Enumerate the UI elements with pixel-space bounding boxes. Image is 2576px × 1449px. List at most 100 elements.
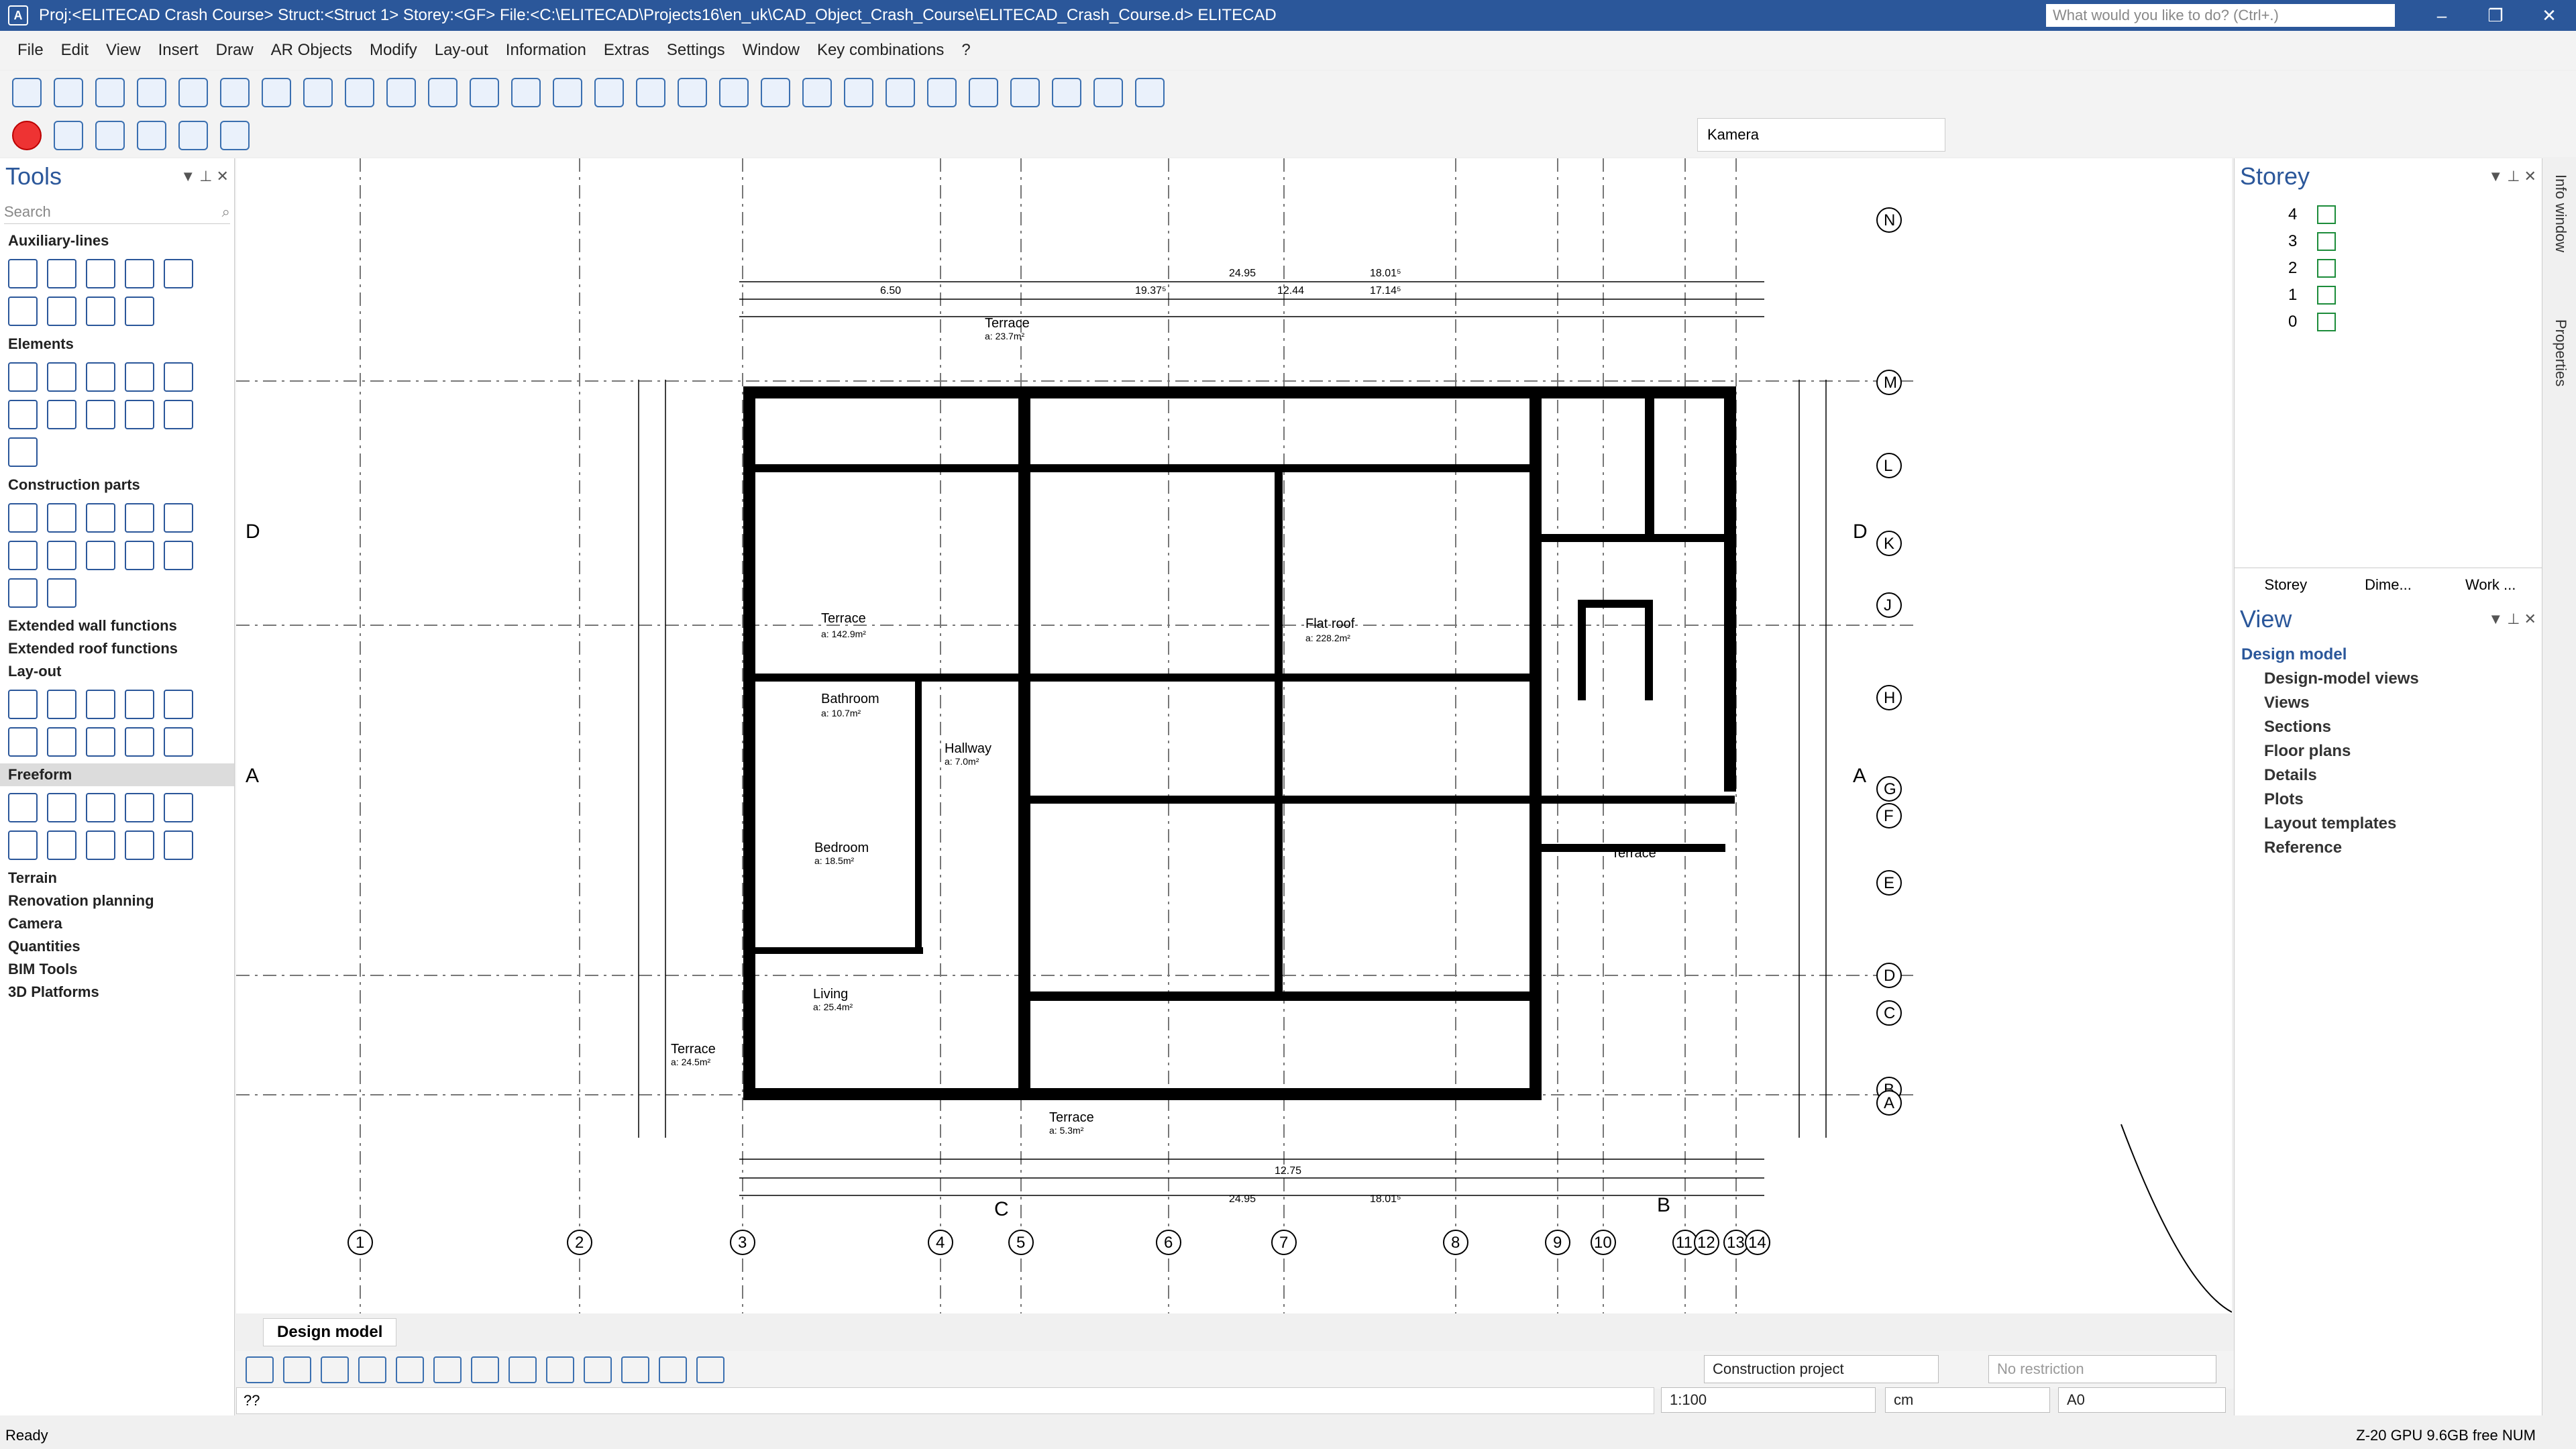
menu-window[interactable]: Window (743, 41, 800, 60)
select-icon[interactable] (54, 121, 83, 150)
rotate-icon[interactable] (1010, 78, 1040, 107)
redo-icon[interactable] (428, 78, 458, 107)
search-icon[interactable]: ⌕ (222, 203, 230, 221)
tree-item[interactable]: Details (2241, 763, 2542, 788)
line-icon[interactable] (8, 259, 38, 288)
menu-view[interactable]: View (106, 41, 141, 60)
circle-dim-icon[interactable] (125, 727, 154, 757)
pan-icon[interactable] (358, 1356, 386, 1383)
text-icon[interactable] (8, 690, 38, 719)
tree-design-model[interactable]: Design model (2241, 643, 2542, 667)
tools-search-input[interactable]: Search (4, 203, 51, 221)
drawing-canvas[interactable]: Terrace a: 142.9m² Flat roof a: 228.2m² … (236, 158, 2232, 1313)
storey-row[interactable]: 3 (2288, 228, 2542, 255)
menu-insert[interactable]: Insert (158, 41, 199, 60)
plot-icon[interactable] (178, 78, 208, 107)
section-auxiliary-lines[interactable]: Auxiliary-lines (0, 229, 234, 252)
minimize-button[interactable]: – (2415, 5, 2469, 26)
room-icon[interactable] (8, 578, 38, 608)
section-camera[interactable]: Camera (0, 912, 234, 935)
settings-icon[interactable] (636, 78, 665, 107)
section-elements[interactable]: Elements (0, 333, 234, 356)
section-bim-tools[interactable]: BIM Tools (0, 958, 234, 981)
tree-item[interactable]: Reference (2241, 836, 2542, 860)
scale-select[interactable]: 1:100 (1661, 1387, 1876, 1413)
grid-icon[interactable] (621, 1356, 649, 1383)
snap-icon[interactable] (584, 1356, 612, 1383)
arc-icon[interactable] (125, 400, 154, 429)
3d-icon[interactable] (1093, 78, 1123, 107)
pen-icon[interactable] (885, 78, 915, 107)
parallel-icon[interactable] (125, 259, 154, 288)
polygon-icon[interactable] (8, 400, 38, 429)
cross-line-icon[interactable] (86, 259, 115, 288)
zoom-in-icon[interactable] (470, 78, 499, 107)
menu-information[interactable]: Information (506, 41, 586, 60)
render-icon[interactable] (471, 1356, 499, 1383)
menu-settings[interactable]: Settings (667, 41, 725, 60)
loft-icon[interactable] (86, 830, 115, 860)
menu-ar-objects[interactable]: AR Objects (271, 41, 352, 60)
tree-item[interactable]: Design-model views (2241, 667, 2542, 691)
layers-icon[interactable] (95, 121, 125, 150)
menu-draw[interactable]: Draw (216, 41, 254, 60)
menu-help[interactable]: ? (961, 41, 970, 60)
function-icon[interactable] (178, 121, 208, 150)
panel-controls-icon[interactable]: ▼ ⊥ ✕ (180, 168, 229, 185)
zoom-icon[interactable] (321, 1356, 349, 1383)
section-terrain[interactable]: Terrain (0, 867, 234, 890)
paper-select[interactable]: A0 (2058, 1387, 2226, 1413)
panel-controls-icon[interactable]: ▼ ⊥ ✕ (2488, 610, 2536, 628)
search-input[interactable]: What would you like to do? (Ctrl+.) (2046, 4, 2395, 27)
line-icon[interactable] (8, 362, 38, 392)
properties-tab[interactable]: Properties (2552, 319, 2569, 386)
app-icon[interactable]: A (8, 5, 28, 25)
cross-icon[interactable] (164, 259, 193, 288)
print-icon[interactable] (137, 78, 166, 107)
text-visible-icon[interactable] (696, 1356, 724, 1383)
elevation-icon[interactable] (86, 727, 115, 757)
tab-storey[interactable]: Storey (2235, 568, 2337, 601)
curtain-wall-icon[interactable] (47, 578, 76, 608)
group-icon[interactable] (594, 78, 624, 107)
storey-row[interactable]: 0 (2288, 309, 2542, 335)
opening-icon[interactable] (86, 541, 115, 570)
menu-key-combinations[interactable]: Key combinations (817, 41, 944, 60)
symbol-icon[interactable] (125, 690, 154, 719)
save-icon[interactable] (95, 78, 125, 107)
section-quantities[interactable]: Quantities (0, 935, 234, 958)
storey-row[interactable]: 1 (2288, 282, 2542, 309)
axis-icon[interactable] (761, 78, 790, 107)
solid-icon[interactable] (86, 793, 115, 822)
circle-icon[interactable] (8, 297, 38, 326)
ellipse-icon[interactable] (164, 400, 193, 429)
rectangle-icon[interactable] (86, 362, 115, 392)
zoom-out-icon[interactable] (511, 78, 541, 107)
hatch-icon[interactable] (86, 690, 115, 719)
slab-icon[interactable] (47, 503, 76, 533)
section-extended-roof[interactable]: Extended roof functions (0, 637, 234, 660)
restore-button[interactable]: ❐ (2469, 5, 2522, 26)
stair-icon[interactable] (47, 541, 76, 570)
new-file-icon[interactable] (12, 78, 42, 107)
undo-icon[interactable] (386, 78, 416, 107)
restriction-select[interactable]: No restriction (1988, 1355, 2216, 1383)
ortho-icon[interactable] (659, 1356, 687, 1383)
project-select[interactable]: Construction project (1704, 1355, 1939, 1383)
dome-icon[interactable] (125, 793, 154, 822)
tab-work[interactable]: Work ... (2439, 568, 2542, 601)
menu-edit[interactable]: Edit (61, 41, 89, 60)
info-window-tab[interactable]: Info window (2552, 174, 2569, 252)
window-icon[interactable] (137, 121, 166, 150)
wall-icon[interactable] (8, 503, 38, 533)
measure-icon[interactable] (802, 78, 832, 107)
cancel-icon[interactable] (12, 121, 42, 150)
layer-icon[interactable] (546, 1356, 574, 1383)
storey-row[interactable]: 2 (2288, 255, 2542, 282)
tangent-icon[interactable] (125, 297, 154, 326)
tree-item[interactable]: Sections (2241, 715, 2542, 739)
view-icon[interactable] (508, 1356, 537, 1383)
mirror-icon[interactable] (969, 78, 998, 107)
door-icon[interactable] (164, 541, 193, 570)
lintel-icon[interactable] (164, 503, 193, 533)
